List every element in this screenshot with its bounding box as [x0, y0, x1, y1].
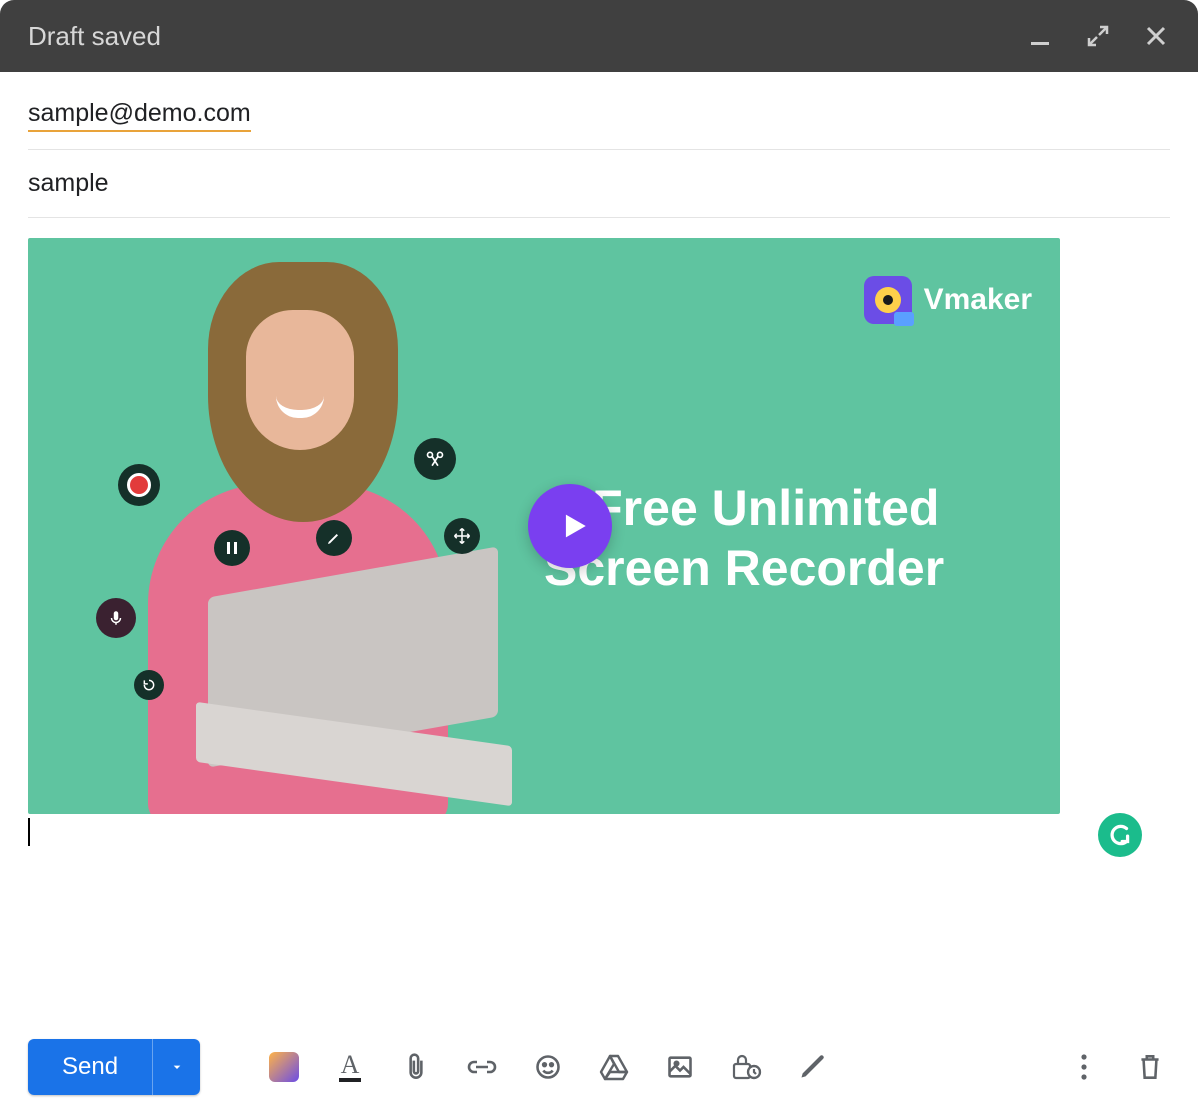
record-icon: [118, 464, 160, 506]
more-options-button[interactable]: [1064, 1047, 1104, 1087]
headline-line-2: Screen Recorder: [544, 538, 1004, 598]
send-options-button[interactable]: [152, 1039, 200, 1095]
text-caret: [28, 818, 30, 846]
person-illustration: [88, 254, 468, 814]
titlebar: Draft saved: [0, 0, 1198, 72]
vmaker-extension-button[interactable]: [264, 1047, 304, 1087]
send-group: Send: [28, 1039, 200, 1095]
minimize-button[interactable]: [1026, 22, 1054, 50]
drive-icon: [599, 1053, 629, 1081]
brand-name: Vmaker: [924, 283, 1032, 317]
formatting-button[interactable]: A: [330, 1047, 370, 1087]
play-button[interactable]: [528, 484, 612, 568]
paperclip-icon: [403, 1052, 429, 1082]
trash-icon: [1137, 1052, 1163, 1082]
pen-icon: [798, 1053, 826, 1081]
subject-text[interactable]: sample: [28, 169, 109, 198]
text-format-icon: A: [339, 1052, 362, 1082]
link-icon: [466, 1057, 498, 1077]
discard-draft-button[interactable]: [1130, 1047, 1170, 1087]
subject-row[interactable]: sample: [28, 150, 1170, 218]
insert-signature-button[interactable]: [792, 1047, 832, 1087]
thumbnail-headline: A Free Unlimited Screen Recorder: [544, 478, 1004, 598]
header-fields: sample@demo.com sample: [0, 72, 1198, 218]
pencil-icon: [316, 520, 352, 556]
lock-clock-icon: [730, 1052, 762, 1082]
vmaker-logo-icon: [864, 276, 912, 324]
insert-emoji-button[interactable]: [528, 1047, 568, 1087]
confidential-mode-button[interactable]: [726, 1047, 766, 1087]
compose-window: Draft saved sample@demo.com sample: [0, 0, 1198, 1117]
video-thumbnail[interactable]: Vmaker A Free Unlimited Screen Recorder: [28, 238, 1060, 814]
image-icon: [666, 1053, 694, 1081]
refresh-icon: [134, 670, 164, 700]
move-icon: [444, 518, 480, 554]
send-button[interactable]: Send: [28, 1039, 152, 1095]
headline-line-1: A Free Unlimited: [544, 478, 1004, 538]
brand-badge: Vmaker: [864, 276, 1032, 324]
microphone-icon: [96, 598, 136, 638]
insert-link-button[interactable]: [462, 1047, 502, 1087]
insert-drive-button[interactable]: [594, 1047, 634, 1087]
scissors-icon: [414, 438, 456, 480]
grammarly-button[interactable]: [1098, 813, 1142, 857]
recipients-row[interactable]: sample@demo.com: [28, 82, 1170, 150]
pause-icon: [214, 530, 250, 566]
window-title: Draft saved: [28, 21, 1026, 52]
more-vertical-icon: [1080, 1053, 1088, 1081]
close-button[interactable]: [1142, 22, 1170, 50]
compose-toolbar: Send A: [0, 1017, 1198, 1117]
expand-button[interactable]: [1084, 22, 1112, 50]
insert-photo-button[interactable]: [660, 1047, 700, 1087]
window-controls: [1026, 22, 1170, 50]
attach-file-button[interactable]: [396, 1047, 436, 1087]
emoji-icon: [534, 1053, 562, 1081]
message-body[interactable]: Vmaker A Free Unlimited Screen Recorder: [0, 218, 1198, 1017]
recipient-chip[interactable]: sample@demo.com: [28, 99, 251, 132]
